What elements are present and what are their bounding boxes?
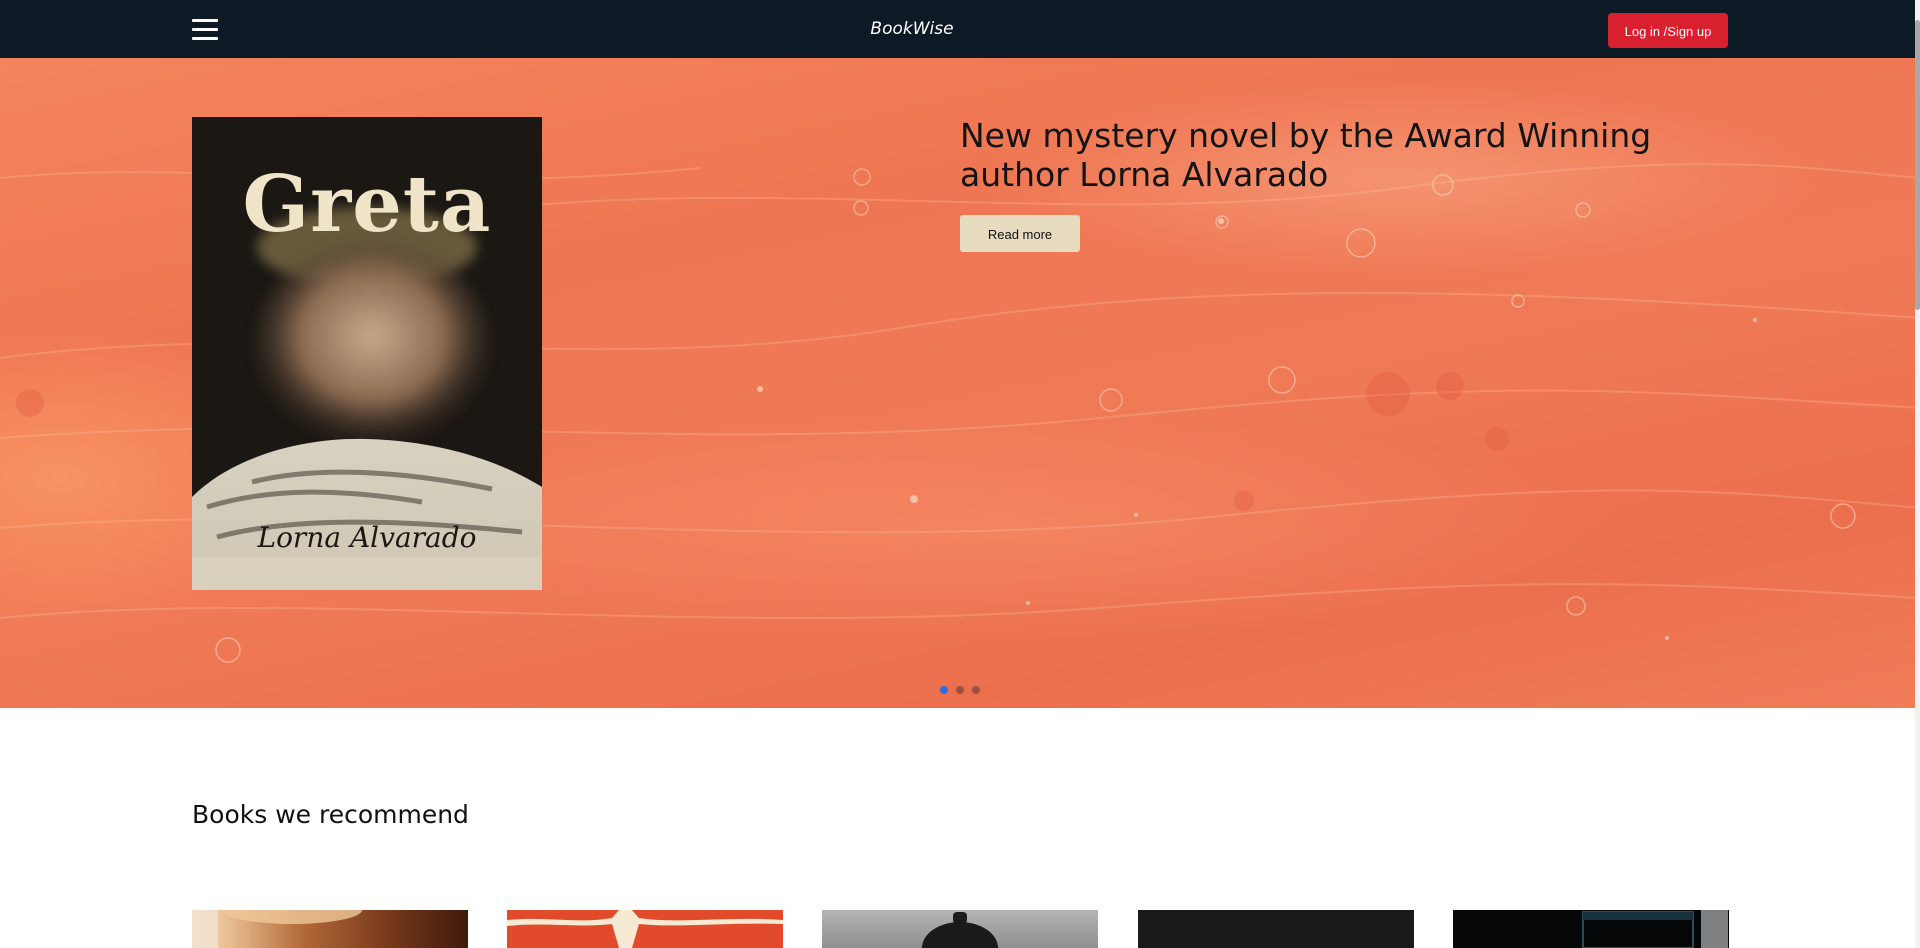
top-navbar: BookWise Log in /Sign up (0, 0, 1920, 58)
cover-title: Greta (242, 159, 492, 250)
carousel-dot-1[interactable] (940, 686, 948, 694)
page-scrollbar[interactable] (1915, 0, 1920, 948)
hero-carousel: Greta Lorna Alvarado New mystery novel b… (0, 58, 1920, 708)
book-card-image (192, 910, 362, 948)
section-title: Books we recommend (192, 800, 469, 829)
cover-author: Lorna Alvarado (257, 521, 477, 554)
featured-book-cover[interactable]: Greta Lorna Alvarado (192, 117, 542, 590)
chevron-right-icon[interactable] (1701, 910, 1728, 948)
login-signup-button[interactable]: Log in /Sign up (1608, 13, 1728, 48)
hero-heading: New mystery novel by the Award Winning a… (960, 116, 1652, 194)
book-card-image (1582, 911, 1694, 948)
book-card[interactable] (192, 910, 468, 948)
book-card[interactable] (1453, 910, 1729, 948)
book-card[interactable] (822, 910, 1098, 948)
read-more-button[interactable]: Read more (960, 215, 1080, 252)
carousel-dot-2[interactable] (956, 686, 964, 694)
book-card-image (922, 912, 998, 948)
scrollbar-thumb[interactable] (1915, 20, 1920, 310)
brand-logo[interactable]: BookWise (0, 0, 1824, 58)
book-card[interactable] (507, 910, 783, 948)
book-card[interactable] (1138, 910, 1414, 948)
book-card-image (507, 910, 783, 948)
carousel-dot-3[interactable] (972, 686, 980, 694)
